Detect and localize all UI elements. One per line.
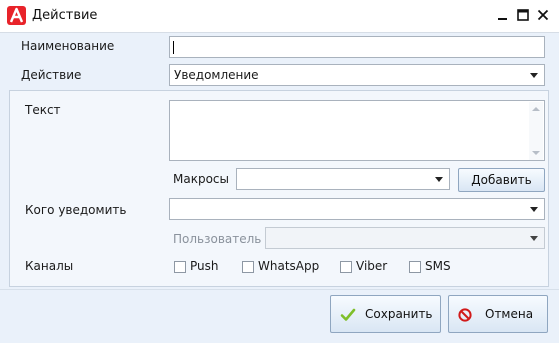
action-select-value: Уведомление [174,68,259,82]
name-input[interactable] [169,36,545,58]
footer-divider [0,289,559,290]
cancel-icon [458,308,472,322]
minimize-icon[interactable] [494,6,512,24]
chevron-down-icon [530,236,538,241]
checkbox-push-label[interactable]: Push [190,259,219,273]
user-label: Пользователь [173,232,262,246]
check-icon [340,308,356,321]
action-label: Действие [21,68,82,82]
checkbox-sms-label[interactable]: SMS [425,259,451,273]
close-icon[interactable] [534,6,552,24]
chevron-down-icon[interactable] [435,177,443,182]
save-button[interactable]: Сохранить [330,295,441,333]
notify-label: Кого уведомить [25,203,127,217]
text-label: Текст [25,103,61,117]
text-caret [173,41,174,54]
text-area[interactable] [169,100,545,161]
notify-select[interactable] [169,198,545,220]
checkbox-whatsapp[interactable] [242,261,254,273]
checkbox-push[interactable] [174,261,186,273]
chevron-down-icon[interactable] [530,207,538,212]
macros-select[interactable] [236,168,450,190]
checkbox-whatsapp-label[interactable]: WhatsApp [258,259,319,273]
channels-label: Каналы [25,259,74,273]
maximize-icon[interactable] [514,6,532,24]
user-select [265,227,545,249]
scroll-up-icon[interactable] [532,107,540,111]
dialog-content: Наименование Действие Уведомление Текст … [0,33,559,343]
notification-panel: Текст Макросы Добавить Кого уведомить По… [9,90,549,287]
window-title: Действие [32,8,98,23]
text-area-scrollbar[interactable] [529,102,543,160]
add-macro-button[interactable]: Добавить [458,168,545,192]
name-label: Наименование [21,39,115,53]
checkbox-viber[interactable] [340,261,352,273]
checkbox-sms[interactable] [409,261,421,273]
macros-label: Макросы [173,172,229,186]
checkbox-viber-label[interactable]: Viber [356,259,387,273]
title-bar: Действие [0,0,559,33]
cancel-button[interactable]: Отмена [448,295,548,333]
action-select[interactable]: Уведомление [169,64,545,86]
chevron-down-icon[interactable] [530,73,538,78]
app-logo-a-icon [7,6,26,25]
scroll-down-icon[interactable] [532,151,540,155]
